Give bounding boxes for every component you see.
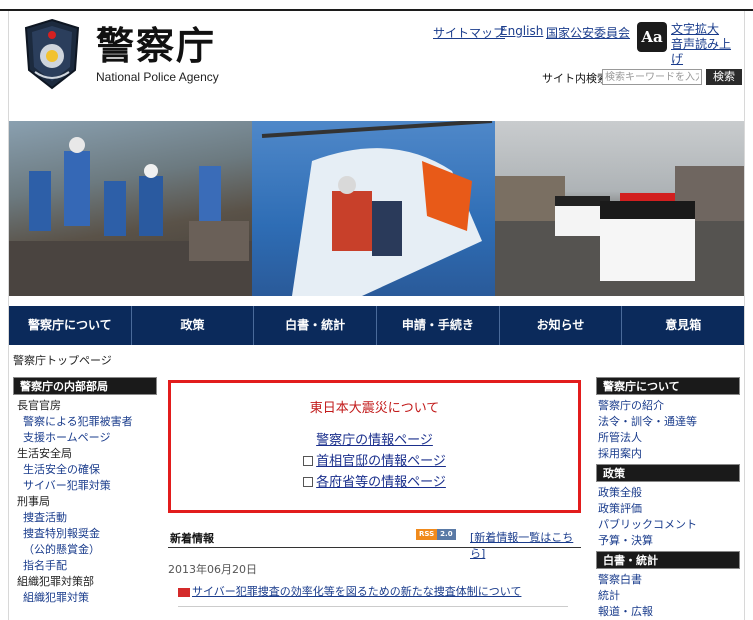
english-link[interactable]: English <box>500 24 543 38</box>
sidebar-link[interactable]: 警察白書 <box>596 572 740 588</box>
sidebar-link[interactable]: 警察による犯罪被害者 <box>13 414 157 430</box>
sitemap-link[interactable]: サイトマップ <box>433 24 505 41</box>
external-link-icon <box>303 477 314 487</box>
hero-photo-helicopter <box>252 121 495 296</box>
main-nav: 警察庁について 政策 白書・統計 申請・手続き お知らせ 意見箱 <box>9 306 744 345</box>
site-logo-en: National Police Agency <box>96 70 219 84</box>
sidebar-link[interactable]: 法令・訓令・通達等 <box>596 414 740 430</box>
hero-photo-patrol-cars <box>495 121 744 296</box>
nav-about[interactable]: 警察庁について <box>9 306 132 345</box>
right-sidebar-heading: 白書・統計 <box>596 551 740 569</box>
sidebar-link[interactable]: 捜査特別報奨金 <box>13 526 157 542</box>
news-title: 新着情報 <box>170 532 214 545</box>
sidebar-link[interactable]: パブリックコメント <box>596 517 740 533</box>
sidebar-category[interactable]: 組織犯罪対策部 <box>13 574 157 590</box>
nav-feedback[interactable]: 意見箱 <box>622 306 744 345</box>
left-sidebar: 警察庁の内部部局 長官官房 警察による犯罪被害者 支援ホームページ 生活安全局 … <box>13 377 157 606</box>
hero-photo-rescue-workers <box>9 121 252 296</box>
sidebar-link[interactable]: 政策全般 <box>596 485 740 501</box>
left-sidebar-heading: 警察庁の内部部局 <box>13 377 157 395</box>
accessibility-link[interactable]: 文字拡大 音声読み上げ <box>671 22 731 67</box>
accessibility-icon[interactable]: Aa <box>637 22 667 52</box>
search-label: サイト内検索 <box>542 72 608 85</box>
sidebar-link[interactable]: 政策評価 <box>596 501 740 517</box>
sidebar-link[interactable]: （公的懸賞金） <box>13 542 157 558</box>
sidebar-category[interactable]: 生活安全局 <box>13 446 157 462</box>
news-header: 新着情報 RSS 2.0 [新着情報一覧はこちら] <box>168 526 581 560</box>
divider <box>178 606 568 607</box>
sidebar-link[interactable]: 組織犯罪対策 <box>13 590 157 606</box>
nav-applications[interactable]: 申請・手続き <box>377 306 500 345</box>
search-input[interactable] <box>602 69 702 85</box>
nav-whitepaper-stats[interactable]: 白書・統計 <box>254 306 378 345</box>
police-emblem-icon <box>24 18 80 90</box>
right-sidebar: 警察庁について 警察庁の紹介 法令・訓令・通達等 所管法人 採用案内 政策 政策… <box>596 377 740 620</box>
sidebar-link[interactable]: 捜査活動 <box>13 510 157 526</box>
breadcrumb: 警察庁トップページ <box>13 354 112 367</box>
notice-link-npa[interactable]: 警察庁の情報ページ <box>171 430 578 451</box>
sidebar-link[interactable]: 支援ホームページ <box>13 430 157 446</box>
sidebar-link[interactable]: 指名手配 <box>13 558 157 574</box>
notice-link-ministries[interactable]: 各府省等の情報ページ <box>171 472 578 493</box>
nav-policy[interactable]: 政策 <box>132 306 255 345</box>
external-link-icon <box>303 456 314 466</box>
sidebar-link[interactable]: 統計 <box>596 588 740 604</box>
site-logo-jp[interactable]: 警察庁 <box>96 26 216 66</box>
news-item-link[interactable]: サイバー犯罪捜査の効率化等を図るための新たな捜査体制について <box>192 585 521 598</box>
rss-icon[interactable]: RSS 2.0 <box>416 529 460 540</box>
sidebar-link[interactable]: 報道・広報 <box>596 604 740 620</box>
earthquake-notice-box: 東日本大震災について 警察庁の情報ページ 首相官邸の情報ページ 各府省等の情報ペ… <box>168 380 581 513</box>
psc-link[interactable]: 国家公安委員会 <box>546 24 630 41</box>
sidebar-link[interactable]: 所管法人 <box>596 430 740 446</box>
sidebar-link[interactable]: 採用案内 <box>596 446 740 462</box>
notice-title: 東日本大震災について <box>309 401 440 416</box>
news-date: 2013年06月20日 <box>168 563 257 576</box>
right-sidebar-heading: 政策 <box>596 464 740 482</box>
sidebar-link[interactable]: サイバー犯罪対策 <box>13 478 157 494</box>
right-sidebar-heading: 警察庁について <box>596 377 740 395</box>
hero-photo-strip <box>9 121 744 296</box>
sidebar-link[interactable]: 警察庁の紹介 <box>596 398 740 414</box>
new-badge-icon <box>178 587 190 597</box>
nav-news[interactable]: お知らせ <box>500 306 623 345</box>
sidebar-link[interactable]: 生活安全の確保 <box>13 462 157 478</box>
search-button[interactable]: 検索 <box>706 69 742 85</box>
sidebar-link[interactable]: 予算・決算 <box>596 533 740 549</box>
sidebar-category[interactable]: 刑事局 <box>13 494 157 510</box>
news-item[interactable]: サイバー犯罪捜査の効率化等を図るための新たな捜査体制について <box>178 583 521 599</box>
notice-link-kantei[interactable]: 首相官邸の情報ページ <box>171 451 578 472</box>
news-all-link[interactable]: [新着情報一覧はこちら] <box>470 529 581 561</box>
sidebar-category[interactable]: 長官官房 <box>13 398 157 414</box>
